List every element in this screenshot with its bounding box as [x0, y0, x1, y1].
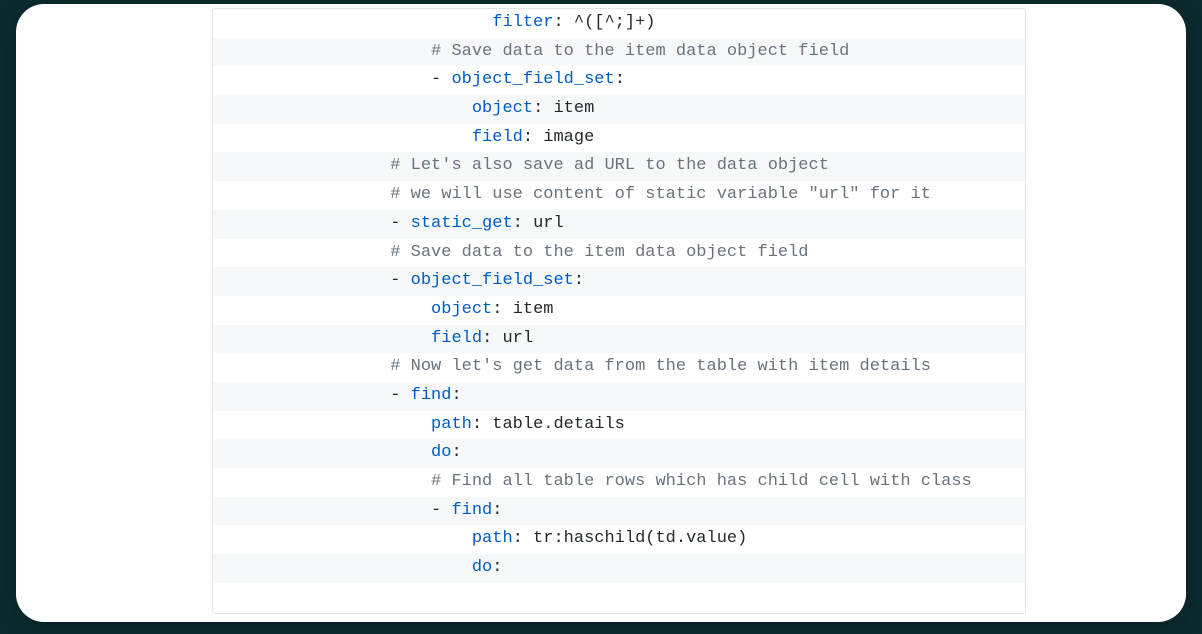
code-line: field: image: [213, 124, 1025, 153]
code-token: object: [472, 99, 533, 118]
code-token: :: [492, 501, 502, 520]
code-token: filter: [492, 13, 553, 32]
code-token: # we will use content of static variable…: [390, 185, 931, 204]
code-token: path: [472, 529, 513, 548]
code-line: # Now let's get data from the table with…: [213, 353, 1025, 382]
code-token: : item: [533, 99, 594, 118]
code-token: :: [451, 386, 461, 405]
code-line: # Save data to the item data object fiel…: [213, 38, 1025, 67]
code-line: filter: ^([^;]+): [213, 9, 1025, 38]
code-token: : image: [523, 128, 594, 147]
code-line: # Save data to the item data object fiel…: [213, 239, 1025, 268]
code-token: field: [431, 329, 482, 348]
code-token: :: [615, 70, 625, 89]
code-token: do: [472, 558, 492, 577]
code-token: find: [451, 501, 492, 520]
code-token: object_field_set: [451, 70, 614, 89]
code-line: - object_field_set:: [213, 66, 1025, 95]
code-token: -: [390, 386, 410, 405]
code-token: static_get: [411, 214, 513, 233]
code-token: # Now let's get data from the table with…: [390, 357, 931, 376]
code-token: find: [411, 386, 452, 405]
code-token: path: [431, 415, 472, 434]
code-token: : url: [513, 214, 564, 233]
document-card: filter: ^([^;]+) # Save data to the item…: [16, 4, 1186, 622]
code-line: - static_get: url: [213, 210, 1025, 239]
code-line: do:: [213, 554, 1025, 583]
code-line: object: item: [213, 95, 1025, 124]
code-token: :: [451, 443, 461, 462]
code-token: # Find all table rows which has child ce…: [431, 472, 972, 491]
code-token: do: [431, 443, 451, 462]
code-token: object_field_set: [411, 271, 574, 290]
code-line: do:: [213, 439, 1025, 468]
code-token: field: [472, 128, 523, 147]
code-line: # Let's also save ad URL to the data obj…: [213, 152, 1025, 181]
code-token: :: [492, 558, 502, 577]
code-line: - object_field_set:: [213, 267, 1025, 296]
code-line: object: item: [213, 296, 1025, 325]
code-line: field: url: [213, 325, 1025, 354]
code-token: -: [390, 271, 410, 290]
code-line: # Find all table rows which has child ce…: [213, 468, 1025, 497]
code-token: object: [431, 300, 492, 319]
code-token: :: [574, 271, 584, 290]
code-line: - find:: [213, 382, 1025, 411]
code-token: # Save data to the item data object fiel…: [390, 243, 808, 262]
code-token: # Let's also save ad URL to the data obj…: [390, 156, 829, 175]
code-token: : table.details: [472, 415, 625, 434]
code-line: - find:: [213, 497, 1025, 526]
code-token: -: [390, 214, 410, 233]
code-token: : tr:haschild(td.value): [513, 529, 748, 548]
code-token: -: [431, 70, 451, 89]
code-token: : url: [482, 329, 533, 348]
code-token: -: [431, 501, 451, 520]
code-token: # Save data to the item data object fiel…: [431, 42, 849, 61]
code-line: path: table.details: [213, 411, 1025, 440]
code-token: : item: [492, 300, 553, 319]
code-token: : ^([^;]+): [553, 13, 655, 32]
code-block: filter: ^([^;]+) # Save data to the item…: [212, 8, 1026, 614]
code-line: # we will use content of static variable…: [213, 181, 1025, 210]
code-line: path: tr:haschild(td.value): [213, 525, 1025, 554]
